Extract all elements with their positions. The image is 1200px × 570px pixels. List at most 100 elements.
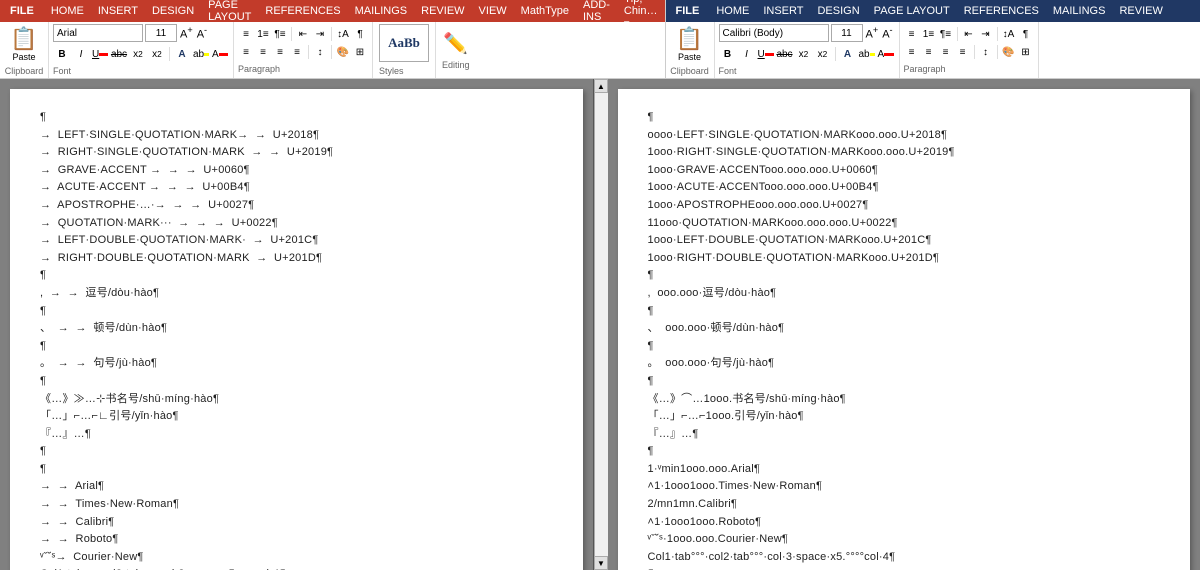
right-menu-page-layout[interactable]: PAGE LAYOUT — [867, 0, 957, 22]
left-bold-button[interactable]: B — [53, 46, 71, 62]
right-border-button[interactable]: ⊞ — [1018, 44, 1034, 60]
left-scroll-up[interactable]: ▲ — [594, 79, 608, 93]
right-doc-line: oooo·LEFT·SINGLE·QUOTATION·MARKooo.ooo.U… — [648, 127, 1161, 145]
right-italic-button[interactable]: I — [738, 46, 756, 62]
right-file-tab[interactable]: FILE — [666, 0, 710, 22]
left-menu-home[interactable]: HOME — [44, 0, 91, 22]
left-font-color-button[interactable]: A — [211, 46, 229, 62]
right-doc-panel[interactable]: ¶oooo·LEFT·SINGLE·QUOTATION·MARKooo.ooo.… — [608, 79, 1200, 570]
left-styles-box[interactable]: AaBb — [379, 24, 429, 62]
left-strikethrough-button[interactable]: abc — [110, 46, 128, 62]
left-doc-line: ᵛˇ˘ˢ→ Courier·New¶ — [40, 549, 553, 567]
left-menu-insert[interactable]: INSERT — [91, 0, 145, 22]
left-font-row1: A+ A- — [53, 24, 229, 42]
right-align-center-button[interactable]: ≡ — [921, 44, 937, 60]
right-menu-design[interactable]: DESIGN — [810, 0, 866, 22]
left-scroll-down[interactable]: ▼ — [594, 556, 608, 570]
left-font-size[interactable] — [145, 24, 177, 42]
left-align-left-button[interactable]: ≡ — [238, 44, 254, 60]
left-show-marks-button[interactable]: ¶ — [352, 26, 368, 42]
left-align-center-button[interactable]: ≡ — [255, 44, 271, 60]
left-bullets-button[interactable]: ≡ — [238, 26, 254, 42]
right-doc-line: 1ooo·APOSTROPHEooo.ooo.ooo.U+0027¶ — [648, 197, 1161, 215]
right-para-section: ≡ 1≡ ¶≡ ⇤ ⇥ ↕A ¶ ≡ ≡ ≡ ≡ ↕ — [900, 22, 1039, 78]
left-align-right-button[interactable]: ≡ — [272, 44, 288, 60]
right-increase-indent-button[interactable]: ⇥ — [978, 26, 994, 42]
left-doc-panel[interactable]: ¶→ LEFT·SINGLE·QUOTATION·MARK→ → U+2018¶… — [0, 79, 594, 570]
right-menu-home[interactable]: HOME — [709, 0, 756, 22]
left-menu-mailings[interactable]: MAILINGS — [348, 0, 415, 22]
left-menu-references[interactable]: REFERENCES — [258, 0, 347, 22]
right-doc-line: ˄1·1ooo1ooo.Roboto¶ — [648, 514, 1161, 532]
left-sort-button[interactable]: ↕A — [335, 26, 351, 42]
left-doc-line: 、 → → 顿号/dùn·hào¶ — [40, 320, 553, 338]
right-linespace-button[interactable]: ↕ — [978, 44, 994, 60]
left-doc-line: 『…』…¶ — [40, 426, 553, 444]
right-underline-button[interactable]: U — [757, 46, 775, 62]
right-align-right-button[interactable]: ≡ — [938, 44, 954, 60]
right-menu-mailings[interactable]: MAILINGS — [1046, 0, 1113, 22]
left-styles-section: AaBb Styles — [373, 22, 436, 78]
left-menu-addins[interactable]: ADD-INS — [576, 0, 617, 22]
left-justify-button[interactable]: ≡ — [289, 44, 305, 60]
left-font-grow-icon[interactable]: A+ — [179, 24, 194, 42]
right-strikethrough-button[interactable]: abc — [776, 46, 794, 62]
left-superscript-button[interactable]: x2 — [148, 46, 166, 62]
left-scrollbar[interactable]: ▲ ▼ — [594, 79, 608, 570]
right-justify-button[interactable]: ≡ — [955, 44, 971, 60]
right-font-grow-icon[interactable]: A+ — [865, 24, 880, 42]
left-font-name[interactable] — [53, 24, 143, 42]
left-decrease-indent-button[interactable]: ⇤ — [295, 26, 311, 42]
right-decrease-indent-button[interactable]: ⇤ — [961, 26, 977, 42]
left-subscript-button[interactable]: x2 — [129, 46, 147, 62]
left-doc-line: → RIGHT·DOUBLE·QUOTATION·MARK → U+201D¶ — [40, 250, 553, 268]
right-menu-insert[interactable]: INSERT — [756, 0, 810, 22]
left-font-shrink-icon[interactable]: A- — [196, 24, 208, 42]
left-underline-button[interactable]: U — [91, 46, 109, 62]
left-border-button[interactable]: ⊞ — [352, 44, 368, 60]
right-align-left-button[interactable]: ≡ — [904, 44, 920, 60]
left-numbering-button[interactable]: 1≡ — [255, 26, 271, 42]
right-multilevel-button[interactable]: ¶≡ — [938, 26, 954, 42]
right-font-size[interactable] — [831, 24, 863, 42]
right-text-effect-button[interactable]: A — [839, 46, 857, 62]
right-bullets-button[interactable]: ≡ — [904, 26, 920, 42]
left-menu-design[interactable]: DESIGN — [145, 0, 201, 22]
right-doc-line: ¶ — [648, 267, 1161, 285]
left-menu-review[interactable]: REVIEW — [414, 0, 471, 22]
right-bold-button[interactable]: B — [719, 46, 737, 62]
left-paste-button[interactable]: 📋 Paste — [4, 24, 44, 64]
right-text-highlight-button[interactable]: ab — [858, 46, 876, 62]
right-superscript-button[interactable]: x2 — [814, 46, 832, 62]
right-paste-button[interactable]: 📋 Paste — [670, 24, 710, 64]
left-paragraph-label: Paragraph — [238, 64, 368, 74]
right-font-color-button[interactable]: A — [877, 46, 895, 62]
right-sort-button[interactable]: ↕A — [1001, 26, 1017, 42]
left-shading-button[interactable]: 🎨 — [335, 44, 351, 60]
left-menu-bar: FILE HOME INSERT DESIGN PAGE LAYOUT REFE… — [0, 0, 665, 22]
left-menu-view[interactable]: VIEW — [472, 0, 514, 22]
left-menu-page-layout[interactable]: PAGE LAYOUT — [201, 0, 258, 22]
right-font-label: Font — [719, 66, 895, 76]
left-increase-indent-button[interactable]: ⇥ — [312, 26, 328, 42]
right-show-marks-button[interactable]: ¶ — [1018, 26, 1034, 42]
left-file-tab[interactable]: FILE — [0, 0, 44, 22]
left-italic-button[interactable]: I — [72, 46, 90, 62]
right-shading-button[interactable]: 🎨 — [1001, 44, 1017, 60]
right-menu-references[interactable]: REFERENCES — [957, 0, 1046, 22]
left-scroll-track[interactable] — [595, 93, 608, 556]
left-menu-mathtype[interactable]: MathType — [514, 0, 576, 22]
left-text-effect-button[interactable]: A — [173, 46, 191, 62]
right-menu-review[interactable]: REVIEW — [1112, 0, 1169, 22]
right-font-shrink-icon[interactable]: A- — [881, 24, 893, 42]
left-menu-user[interactable]: Yip, Chin…▾ — [617, 0, 665, 22]
left-text-highlight-button[interactable]: ab — [192, 46, 210, 62]
right-font-name[interactable] — [719, 24, 829, 42]
right-doc-line: ¶ — [648, 109, 1161, 127]
left-linespace-button[interactable]: ↕ — [312, 44, 328, 60]
left-multilevel-button[interactable]: ¶≡ — [272, 26, 288, 42]
right-subscript-button[interactable]: x2 — [795, 46, 813, 62]
right-numbering-button[interactable]: 1≡ — [921, 26, 937, 42]
right-doc-line: ¶ — [648, 443, 1161, 461]
right-doc-line: ᵛˇ˘ˢ·1ooo.ooo.Courier·New¶ — [648, 531, 1161, 549]
